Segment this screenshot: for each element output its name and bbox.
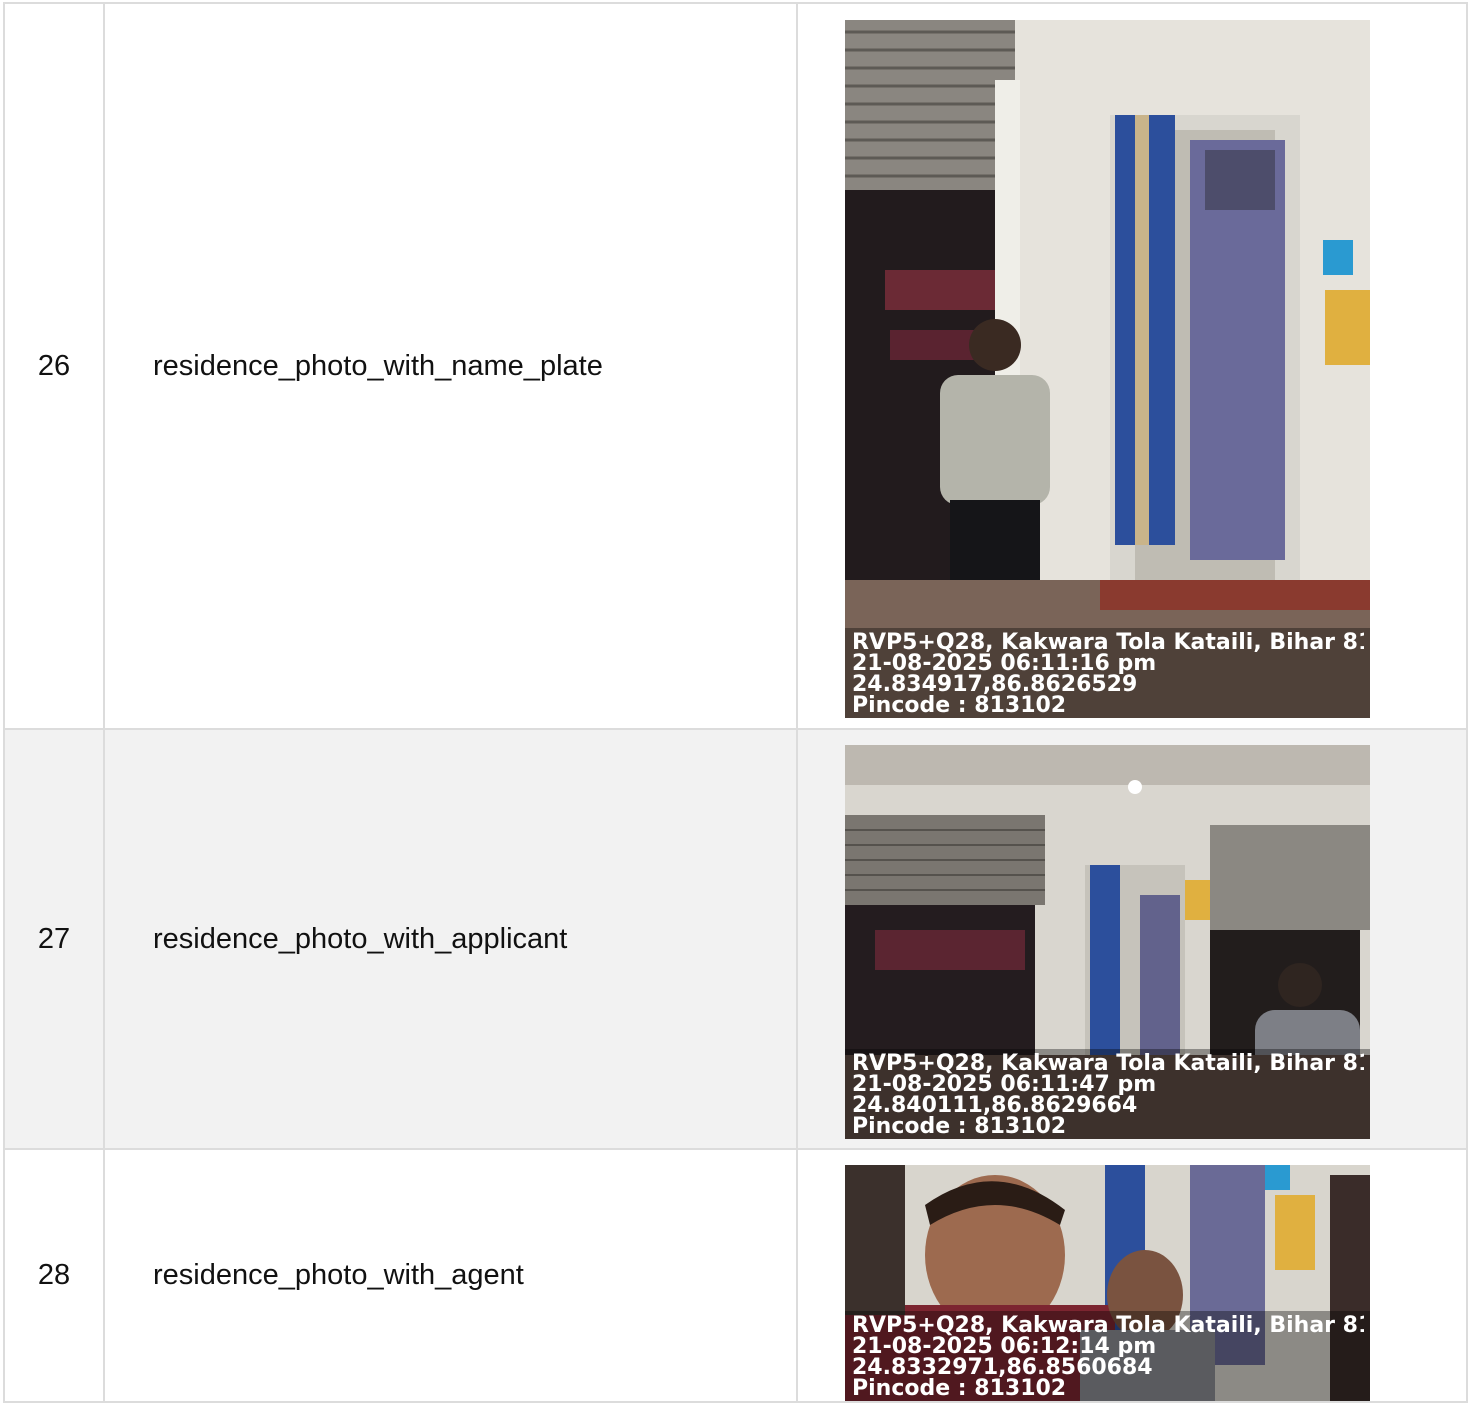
- geotag-address: RVP5+Q28, Kakwara Tola Kataili, Bihar 81: [852, 632, 1364, 653]
- geotag-pincode: Pincode : 813102: [852, 1378, 1067, 1399]
- photo-label: residence_photo_with_name_plate: [103, 2, 798, 730]
- selfie-photo: RVP5+Q28, Kakwara Tola Kataili, Bihar 81…: [845, 1165, 1370, 1401]
- geotag-coordinates: 24.8332971,86.8560684: [852, 1357, 1153, 1378]
- table-row: 28 residence_photo_with_agent RVP5+Q28, …: [3, 1148, 1468, 1403]
- photo-cell: RVP5+Q28, Kakwara Tola Kataili, Bihar 81…: [796, 1148, 1468, 1403]
- residence-photo: RVP5+Q28, Kakwara Tola Kataili, Bihar 81…: [845, 20, 1370, 718]
- geotag-pincode: Pincode : 813102: [852, 695, 1067, 716]
- photo-cell: RVP5+Q28, Kakwara Tola Kataili, Bihar 81…: [796, 2, 1468, 730]
- photo-geotag-overlay: RVP5+Q28, Kakwara Tola Kataili, Bihar 81…: [845, 1049, 1370, 1139]
- geotag-coordinates: 24.834917,86.8626529: [852, 674, 1138, 695]
- photo-geotag-overlay: RVP5+Q28, Kakwara Tola Kataili, Bihar 81…: [845, 628, 1370, 718]
- geotag-datetime: 21-08-2025 06:12:14 pm: [852, 1336, 1157, 1357]
- photo-label: residence_photo_with_applicant: [103, 728, 798, 1150]
- table-row: 26 residence_photo_with_name_plate RVP5+…: [3, 2, 1468, 730]
- row-number: 28: [3, 1148, 105, 1403]
- geotag-address: RVP5+Q28, Kakwara Tola Kataili, Bihar 81: [852, 1315, 1364, 1336]
- geotag-datetime: 21-08-2025 06:11:16 pm: [852, 653, 1157, 674]
- geotag-coordinates: 24.840111,86.8629664: [852, 1095, 1138, 1116]
- geotag-pincode: Pincode : 813102: [852, 1116, 1067, 1137]
- photo-label: residence_photo_with_agent: [103, 1148, 798, 1403]
- row-number: 27: [3, 728, 105, 1150]
- geotag-address: RVP5+Q28, Kakwara Tola Kataili, Bihar 81: [852, 1053, 1364, 1074]
- table-row: 27 residence_photo_with_applicant RVP5+Q…: [3, 728, 1468, 1150]
- residence-photo: RVP5+Q28, Kakwara Tola Kataili, Bihar 81…: [845, 745, 1370, 1139]
- geotag-datetime: 21-08-2025 06:11:47 pm: [852, 1074, 1157, 1095]
- photo-cell: RVP5+Q28, Kakwara Tola Kataili, Bihar 81…: [796, 728, 1468, 1150]
- row-number: 26: [3, 2, 105, 730]
- photo-geotag-overlay: RVP5+Q28, Kakwara Tola Kataili, Bihar 81…: [845, 1311, 1370, 1401]
- document-table: 26 residence_photo_with_name_plate RVP5+…: [3, 2, 1468, 1403]
- residence-scene-graphic: [845, 20, 1370, 718]
